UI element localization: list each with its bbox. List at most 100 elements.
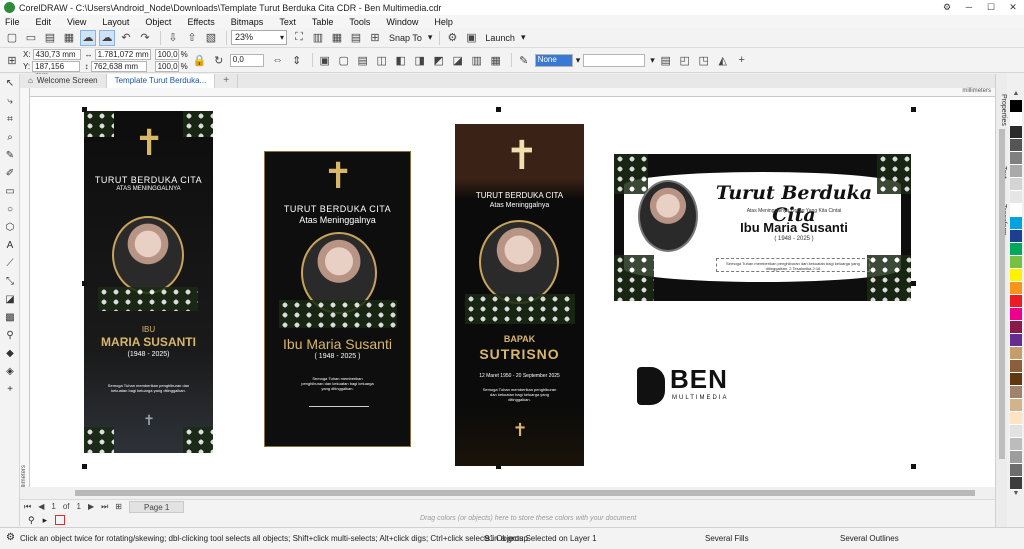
- print-icon[interactable]: ▦: [61, 30, 77, 46]
- intersect-icon[interactable]: ◪: [450, 52, 466, 68]
- color-swatch[interactable]: [1010, 152, 1022, 165]
- options-gear-icon[interactable]: ⚙: [444, 30, 460, 46]
- launch-icon[interactable]: ▣: [463, 30, 479, 46]
- page-tab[interactable]: Page 1: [129, 500, 185, 513]
- simplify-icon[interactable]: ▥: [469, 52, 485, 68]
- drawing-canvas[interactable]: ✝ TURUT BERDUKA CITA ATAS MENINGGALNYA I…: [30, 97, 995, 487]
- combine-icon[interactable]: ◫: [374, 52, 390, 68]
- design-card-4[interactable]: Turut Berduka Cita Atas Meninggalnya Ora…: [614, 154, 911, 301]
- prev-page-icon[interactable]: ◀: [38, 502, 44, 511]
- polygon-tool-icon[interactable]: ⬡: [0, 218, 20, 236]
- horizontal-ruler[interactable]: millimeters: [30, 88, 995, 97]
- group-icon[interactable]: ▣: [317, 52, 333, 68]
- grid-icon[interactable]: ▦: [329, 30, 345, 46]
- minimize-button[interactable]: ─: [958, 0, 980, 15]
- color-swatch[interactable]: [1010, 243, 1022, 256]
- mirror-vertical-icon[interactable]: ⇕: [289, 52, 305, 68]
- menu-file[interactable]: File: [5, 17, 20, 27]
- palette-arrow-icon[interactable]: ▸: [43, 515, 48, 526]
- selection-handle[interactable]: [82, 281, 87, 286]
- outline-width-arrow-icon[interactable]: ▾: [576, 55, 581, 66]
- ellipse-tool-icon[interactable]: ○: [0, 200, 20, 218]
- maximize-button[interactable]: ☐: [980, 0, 1002, 15]
- color-swatch[interactable]: [1010, 321, 1022, 334]
- add-tool-plus-icon[interactable]: +: [0, 380, 20, 398]
- scale-y-field[interactable]: 100,0: [154, 60, 179, 72]
- line-style-select[interactable]: [583, 53, 646, 67]
- snap-arrow-icon[interactable]: ▾: [428, 32, 433, 43]
- color-swatch[interactable]: [1010, 438, 1022, 451]
- ungroup-icon[interactable]: ▢: [336, 52, 352, 68]
- color-swatch[interactable]: [1010, 256, 1022, 269]
- trim-icon[interactable]: ◩: [431, 52, 447, 68]
- new-tab-button[interactable]: +: [215, 74, 239, 88]
- x-position-field[interactable]: 430,73 mm: [32, 48, 81, 60]
- crop-tool-icon[interactable]: ⌗: [0, 110, 20, 128]
- menu-edit[interactable]: Edit: [36, 17, 52, 27]
- break-apart-icon[interactable]: ◧: [393, 52, 409, 68]
- rotation-angle-field[interactable]: 0,0: [229, 53, 264, 67]
- tab-welcome-screen[interactable]: ⌂ Welcome Screen: [20, 74, 107, 88]
- menu-table[interactable]: Table: [312, 17, 334, 27]
- menu-text[interactable]: Text: [279, 17, 296, 27]
- last-page-icon[interactable]: ⏭: [101, 502, 108, 512]
- cloud-upload-icon[interactable]: ☁: [80, 29, 96, 46]
- menu-view[interactable]: View: [67, 17, 86, 27]
- lock-ratio-icon[interactable]: 🔒: [192, 52, 208, 68]
- design-card-2[interactable]: ✝ TURUT BERDUKA CITA Atas Meninggalnya I…: [264, 151, 411, 447]
- ben-multimedia-logo[interactable]: BEN MULTIMEDIA: [637, 362, 747, 412]
- no-color-swatch[interactable]: [55, 515, 66, 525]
- menu-tools[interactable]: Tools: [349, 17, 370, 27]
- settings-gear-icon[interactable]: ⚙: [6, 532, 15, 543]
- color-swatch[interactable]: [1010, 165, 1022, 178]
- color-swatch[interactable]: [1010, 464, 1022, 477]
- selection-handle[interactable]: [911, 281, 916, 286]
- add-page-icon[interactable]: ⊞: [115, 502, 122, 511]
- dimension-tool-icon[interactable]: ⟋: [0, 254, 20, 272]
- undo-icon[interactable]: ↶: [118, 30, 134, 46]
- close-button[interactable]: ✕: [1002, 0, 1024, 15]
- snap-to-dropdown[interactable]: Snap To: [389, 33, 422, 43]
- height-field[interactable]: 762,638 mm: [90, 60, 147, 72]
- color-swatch[interactable]: [1010, 399, 1022, 412]
- freehand-tool-icon[interactable]: ✎: [0, 146, 20, 164]
- launch-arrow-icon[interactable]: ▾: [521, 32, 526, 43]
- palette-up-arrow-icon[interactable]: ▲: [1010, 90, 1022, 100]
- dynamic-guides-icon[interactable]: ⊞: [367, 30, 383, 46]
- smart-fill-icon[interactable]: ◈: [0, 362, 20, 380]
- ungroup-all-icon[interactable]: ▤: [355, 52, 371, 68]
- rulers-icon[interactable]: ▥: [310, 30, 326, 46]
- eyedropper-icon[interactable]: ⚲: [28, 515, 35, 526]
- menu-effects[interactable]: Effects: [187, 17, 214, 27]
- palette-down-arrow-icon[interactable]: ▼: [1010, 490, 1022, 500]
- color-swatch[interactable]: [1010, 360, 1022, 373]
- color-swatch[interactable]: [1010, 191, 1022, 204]
- launch-dropdown[interactable]: Launch: [485, 33, 515, 43]
- menu-object[interactable]: Object: [145, 17, 171, 27]
- rotate-icon[interactable]: ↻: [211, 52, 227, 68]
- color-swatch[interactable]: [1010, 113, 1022, 126]
- color-swatch[interactable]: [1010, 425, 1022, 438]
- fill-indicator[interactable]: Several Fills: [705, 534, 749, 543]
- edit-fill-icon[interactable]: ◭: [715, 52, 731, 68]
- export-icon[interactable]: ⇧: [184, 30, 200, 46]
- color-swatch[interactable]: [1010, 217, 1022, 230]
- outline-indicator[interactable]: Several Outlines: [840, 534, 899, 543]
- color-swatch[interactable]: [1010, 282, 1022, 295]
- color-swatch[interactable]: [1010, 100, 1022, 113]
- zoom-tool-icon[interactable]: ⌕: [0, 128, 20, 146]
- line-style-arrow-icon[interactable]: ▾: [650, 55, 655, 66]
- weld-icon[interactable]: ◨: [412, 52, 428, 68]
- horizontal-scroll-thumb[interactable]: [75, 490, 975, 496]
- color-swatch[interactable]: [1010, 269, 1022, 282]
- mirror-horizontal-icon[interactable]: ⇔: [270, 52, 286, 68]
- color-swatch[interactable]: [1010, 230, 1022, 243]
- menu-layout[interactable]: Layout: [102, 17, 129, 27]
- color-swatch[interactable]: [1010, 347, 1022, 360]
- help-icon[interactable]: ⚙: [936, 0, 958, 15]
- vertical-ruler[interactable]: millimeters: [20, 88, 30, 498]
- save-icon[interactable]: ▤: [42, 30, 58, 46]
- color-swatch[interactable]: [1010, 477, 1022, 490]
- artistic-media-icon[interactable]: ✐: [0, 164, 20, 182]
- horizontal-scrollbar[interactable]: [20, 487, 995, 499]
